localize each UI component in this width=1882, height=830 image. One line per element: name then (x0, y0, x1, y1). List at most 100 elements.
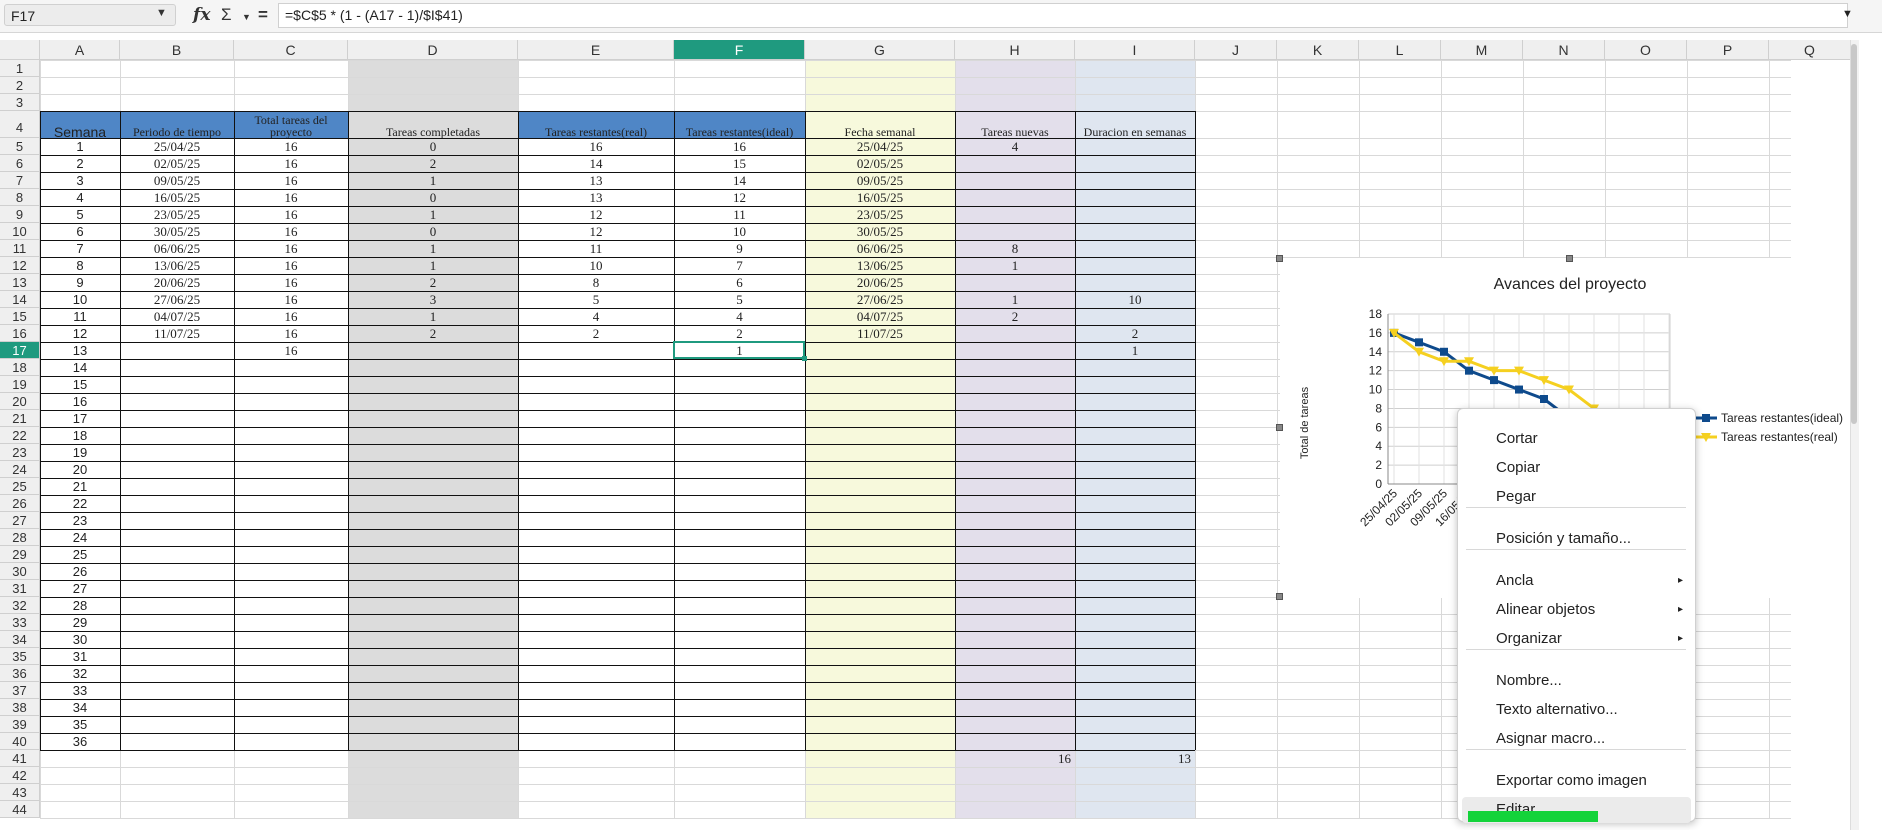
row-header-39[interactable]: 39 (0, 716, 40, 733)
column-header-d[interactable]: D (348, 40, 518, 60)
menu-item-nombre[interactable]: Nombre... (1458, 668, 1695, 694)
table-cell[interactable]: 04/07/25 (805, 308, 955, 325)
table-cell[interactable]: 1 (348, 240, 518, 257)
table-cell[interactable]: 14 (40, 359, 120, 376)
row-header-38[interactable]: 38 (0, 699, 40, 716)
table-cell[interactable]: 4 (674, 308, 805, 325)
table-cell[interactable]: 16 (234, 206, 348, 223)
row-header-10[interactable]: 10 (0, 223, 40, 240)
formula-icon[interactable]: = (258, 5, 268, 25)
row-header-9[interactable]: 9 (0, 206, 40, 223)
table-cell[interactable]: 4 (40, 189, 120, 206)
column-header-q[interactable]: Q (1769, 40, 1851, 60)
table-cell[interactable]: 32 (40, 665, 120, 682)
menu-item-copiar[interactable]: Copiar (1458, 455, 1695, 481)
table-cell[interactable]: 4 (518, 308, 674, 325)
table-cell[interactable]: 06/06/25 (805, 240, 955, 257)
row-header-22[interactable]: 22 (0, 427, 40, 444)
table-cell[interactable]: 15 (40, 376, 120, 393)
table-cell[interactable]: 24 (40, 529, 120, 546)
table-cell[interactable]: 2 (518, 325, 674, 342)
table-cell[interactable]: 7 (40, 240, 120, 257)
formula-input[interactable]: =$C$5 * (1 - (A17 - 1)/$I$41) (278, 3, 1848, 28)
row-header-33[interactable]: 33 (0, 614, 40, 631)
table-cell[interactable]: 10 (518, 257, 674, 274)
table-cell[interactable]: 2 (1075, 325, 1195, 342)
table-cell[interactable]: 16 (234, 308, 348, 325)
menu-item-cortar[interactable]: Cortar (1458, 426, 1695, 452)
row-header-21[interactable]: 21 (0, 410, 40, 427)
column-header-m[interactable]: M (1441, 40, 1523, 60)
row-header-8[interactable]: 8 (0, 189, 40, 206)
table-cell[interactable]: 10 (1075, 291, 1195, 308)
table-cell[interactable]: 20/06/25 (120, 274, 234, 291)
table-cell[interactable]: 12 (518, 206, 674, 223)
table-cell[interactable]: 13/06/25 (805, 257, 955, 274)
row-header-26[interactable]: 26 (0, 495, 40, 512)
table-cell[interactable]: 16 (234, 189, 348, 206)
row-header-3[interactable]: 3 (0, 94, 40, 111)
row-header-42[interactable]: 42 (0, 767, 40, 784)
table-cell[interactable]: 25/04/25 (120, 138, 234, 155)
table-header[interactable]: Periodo de tiempo (120, 111, 234, 138)
table-cell[interactable]: 20 (40, 461, 120, 478)
table-cell[interactable]: 1 (348, 206, 518, 223)
row-header-29[interactable]: 29 (0, 546, 40, 563)
table-cell[interactable]: 7 (674, 257, 805, 274)
table-cell[interactable]: 14 (518, 155, 674, 172)
table-cell[interactable]: 23 (40, 512, 120, 529)
table-cell[interactable]: 13 (518, 172, 674, 189)
table-header[interactable]: Tareas completadas (348, 111, 518, 138)
column-header-b[interactable]: B (120, 40, 234, 60)
table-header[interactable]: Duracion en semanas (1075, 111, 1195, 138)
row-header-35[interactable]: 35 (0, 648, 40, 665)
table-cell[interactable]: 35 (40, 716, 120, 733)
table-cell[interactable]: 02/05/25 (805, 155, 955, 172)
select-all-corner[interactable] (0, 40, 40, 60)
table-cell[interactable]: 9 (40, 274, 120, 291)
table-cell[interactable]: 2 (348, 155, 518, 172)
menu-item-alinear-objetos[interactable]: Alinear objetos ▸ (1458, 597, 1695, 623)
table-cell[interactable]: 19 (40, 444, 120, 461)
row-header-27[interactable]: 27 (0, 512, 40, 529)
table-cell[interactable]: 12 (40, 325, 120, 342)
table-cell[interactable]: 12 (674, 189, 805, 206)
selected-cell-cursor[interactable] (673, 341, 805, 359)
table-cell[interactable]: 29 (40, 614, 120, 631)
row-header-1[interactable]: 1 (0, 60, 40, 77)
table-cell[interactable]: 34 (40, 699, 120, 716)
column-header-c[interactable]: C (234, 40, 348, 60)
table-cell[interactable]: 23/05/25 (805, 206, 955, 223)
table-cell[interactable]: 0 (348, 223, 518, 240)
sum-icon[interactable]: Σ (221, 5, 232, 25)
table-cell[interactable]: 8 (955, 240, 1075, 257)
menu-item-organizar[interactable]: Organizar ▸ (1458, 626, 1695, 652)
row-header-7[interactable]: 7 (0, 172, 40, 189)
table-cell[interactable]: 06/06/25 (120, 240, 234, 257)
row-header-11[interactable]: 11 (0, 240, 40, 257)
table-cell[interactable]: 11 (674, 206, 805, 223)
row-header-2[interactable]: 2 (0, 77, 40, 94)
table-cell[interactable]: 11/07/25 (120, 325, 234, 342)
table-header[interactable]: Semana (40, 111, 120, 138)
table-cell[interactable]: 1 (955, 257, 1075, 274)
chart-handle-bottom-left[interactable] (1276, 593, 1283, 600)
table-cell[interactable]: 0 (348, 189, 518, 206)
menu-item-exportar-como-imagen[interactable]: Exportar como imagen (1458, 768, 1695, 794)
table-cell[interactable]: 16 (234, 257, 348, 274)
table-cell[interactable]: 1 (40, 138, 120, 155)
chart-handle-middle-left[interactable] (1276, 424, 1283, 431)
row-header-31[interactable]: 31 (0, 580, 40, 597)
table-header[interactable]: Tareas restantes(ideal) (674, 111, 805, 138)
table-cell[interactable]: 16/05/25 (805, 189, 955, 206)
row-header-28[interactable]: 28 (0, 529, 40, 546)
column-header-j[interactable]: J (1195, 40, 1277, 60)
table-cell[interactable]: 02/05/25 (120, 155, 234, 172)
row-header-5[interactable]: 5 (0, 138, 40, 155)
table-cell[interactable]: 11 (40, 308, 120, 325)
row-header-44[interactable]: 44 (0, 801, 40, 818)
table-cell[interactable]: 2 (674, 325, 805, 342)
row-header-12[interactable]: 12 (0, 257, 40, 274)
table-cell[interactable]: 16 (234, 138, 348, 155)
table-cell[interactable]: 18 (40, 427, 120, 444)
